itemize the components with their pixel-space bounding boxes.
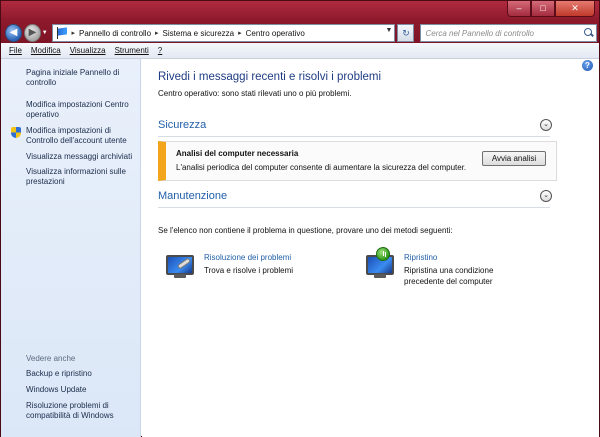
monitor-stand-shape bbox=[174, 274, 186, 278]
troubleshooting-link[interactable]: Risoluzione dei problemi bbox=[204, 253, 291, 262]
maximize-button[interactable]: □ bbox=[531, 1, 555, 17]
alternatives-prompt: Se l'elenco non contiene il problema in … bbox=[158, 226, 453, 235]
uac-shield-icon bbox=[11, 127, 21, 138]
sidebar: Pagina iniziale Pannello di controllo Mo… bbox=[1, 59, 141, 437]
monitor-shape bbox=[166, 255, 194, 275]
section-maintenance-title[interactable]: Manutenzione bbox=[158, 190, 227, 202]
search-box[interactable]: Cerca nel Pannello di controllo bbox=[420, 24, 597, 42]
address-bar[interactable]: ▸ Pannello di controllo ▸ Sistema e sicu… bbox=[52, 24, 396, 42]
menu-file[interactable]: File bbox=[9, 46, 22, 55]
see-also-compatibility-troubleshooting[interactable]: Risoluzione problemi di compatibilità di… bbox=[26, 401, 136, 421]
breadcrumb-separator-icon[interactable]: ▸ bbox=[236, 29, 244, 37]
window-chrome: – □ ✕ ◀ ▶ ▼ ▸ Pannello di controllo ▸ Si… bbox=[1, 1, 599, 43]
sidebar-link-action-center-settings[interactable]: Modifica impostazioni Centro operativo bbox=[26, 100, 136, 120]
see-also-heading: Vedere anche bbox=[26, 354, 76, 363]
menu-modifica[interactable]: Modifica bbox=[31, 46, 61, 55]
see-also-backup-restore[interactable]: Backup e ripristino bbox=[26, 369, 136, 379]
breadcrumb-control-panel[interactable]: Pannello di controllo bbox=[77, 29, 153, 38]
menu-bar: File Modifica Visualizza Strumenti ? bbox=[1, 43, 599, 59]
menu-help[interactable]: ? bbox=[158, 46, 162, 55]
help-icon[interactable]: ? bbox=[582, 60, 593, 71]
refresh-button[interactable]: ↻ bbox=[397, 24, 415, 42]
search-input[interactable]: Cerca nel Pannello di controllo bbox=[425, 29, 582, 38]
sidebar-link-control-panel-home[interactable]: Pagina iniziale Pannello di controllo bbox=[26, 68, 136, 88]
history-dropdown-icon[interactable]: ▼ bbox=[41, 24, 49, 42]
restore-clock-icon bbox=[376, 247, 390, 261]
recovery-link[interactable]: Ripristino bbox=[404, 253, 437, 262]
menu-strumenti[interactable]: Strumenti bbox=[115, 46, 149, 55]
page-title: Rivedi i messaggi recenti e risolvi i pr… bbox=[158, 71, 382, 83]
minimize-button[interactable]: – bbox=[507, 1, 531, 17]
control-panel-flag-icon bbox=[55, 26, 69, 40]
see-also-windows-update[interactable]: Windows Update bbox=[26, 385, 136, 395]
troubleshooting-icon[interactable] bbox=[164, 253, 196, 279]
caption-buttons: – □ ✕ bbox=[507, 1, 595, 17]
breadcrumb-system-security[interactable]: Sistema e sicurezza bbox=[161, 29, 237, 38]
breadcrumb-action-center[interactable]: Centro operativo bbox=[244, 29, 307, 38]
page-subtitle: Centro operativo: sono stati rilevati un… bbox=[158, 89, 352, 98]
section-security-title[interactable]: Sicurezza bbox=[158, 119, 206, 131]
forward-button[interactable]: ▶ bbox=[23, 24, 41, 42]
breadcrumb-separator-icon[interactable]: ▸ bbox=[153, 29, 161, 37]
section-security[interactable]: Sicurezza ⌄ bbox=[158, 119, 552, 137]
address-dropdown-icon[interactable]: ▼ bbox=[386, 27, 393, 34]
section-maintenance[interactable]: Manutenzione ⌄ bbox=[158, 190, 552, 208]
back-button[interactable]: ◀ bbox=[5, 24, 22, 42]
close-button[interactable]: ✕ bbox=[555, 1, 595, 17]
main-content: ? Rivedi i messaggi recenti e risolvi i … bbox=[142, 59, 599, 437]
sidebar-link-archived-messages[interactable]: Visualizza messaggi archiviati bbox=[26, 152, 136, 162]
breadcrumb-separator-icon[interactable]: ▸ bbox=[69, 29, 77, 37]
troubleshooting-description: Trova e risolve i problemi bbox=[204, 266, 294, 275]
recovery-description: Ripristina una condizione precedente del… bbox=[404, 266, 494, 286]
sidebar-link-performance-info[interactable]: Visualizza informazioni sulle prestazion… bbox=[26, 167, 136, 187]
alert-scan-needed: Analisi del computer necessaria L'analis… bbox=[158, 141, 557, 181]
control-panel-window: – □ ✕ ◀ ▶ ▼ ▸ Pannello di controllo ▸ Si… bbox=[0, 0, 600, 437]
start-scan-button[interactable]: Avvia analisi bbox=[482, 151, 546, 166]
navigation-bar: ◀ ▶ ▼ ▸ Pannello di controllo ▸ Sistema … bbox=[5, 23, 597, 43]
search-icon[interactable] bbox=[582, 26, 596, 40]
alert-text: L'analisi periodica del computer consent… bbox=[176, 163, 467, 172]
monitor-stand-shape bbox=[374, 274, 386, 278]
alert-title: Analisi del computer necessaria bbox=[176, 149, 299, 158]
chevron-down-icon[interactable]: ⌄ bbox=[540, 190, 552, 202]
chevron-down-icon[interactable]: ⌄ bbox=[540, 119, 552, 131]
sidebar-link-uac-settings[interactable]: Modifica impostazioni di Controllo dell'… bbox=[26, 126, 136, 146]
recovery-icon[interactable] bbox=[364, 247, 396, 279]
menu-visualizza[interactable]: Visualizza bbox=[70, 46, 106, 55]
